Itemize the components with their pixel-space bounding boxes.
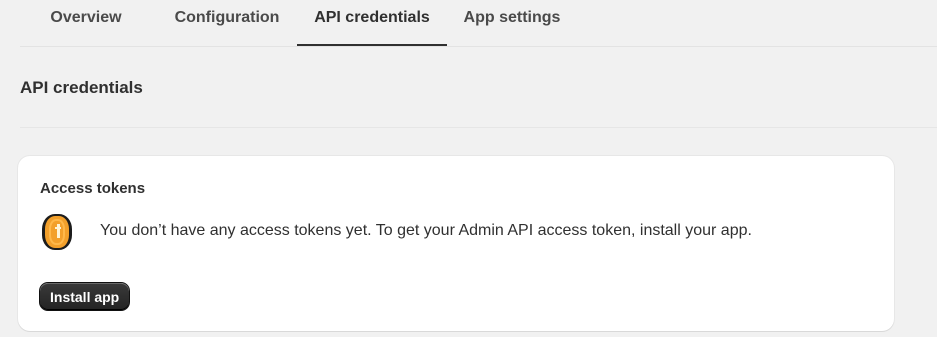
tab-overview[interactable]: Overview [30, 0, 142, 36]
tab-label: Overview [50, 9, 122, 26]
access-tokens-card: Access tokens You don’t have any access … [18, 156, 894, 331]
tab-label: Configuration [174, 9, 280, 26]
coin-icon [40, 211, 74, 253]
active-tab-indicator [297, 44, 447, 46]
tab-bar: Overview Configuration API credentials A… [20, 0, 937, 47]
tab-label: API credentials [314, 9, 430, 26]
empty-state-message: You don’t have any access tokens yet. To… [100, 222, 752, 239]
tab-configuration[interactable]: Configuration [162, 0, 292, 36]
section-divider [20, 127, 937, 128]
coin-icon-graphic [42, 214, 72, 250]
tab-app-settings[interactable]: App settings [452, 0, 572, 36]
tab-label: App settings [463, 9, 561, 26]
section-title: API credentials [20, 78, 143, 97]
app-page: Overview Configuration API credentials A… [0, 0, 937, 337]
card-title: Access tokens [40, 180, 146, 197]
install-app-button[interactable]: Install app [40, 283, 130, 310]
tab-api-credentials[interactable]: API credentials [297, 0, 447, 46]
